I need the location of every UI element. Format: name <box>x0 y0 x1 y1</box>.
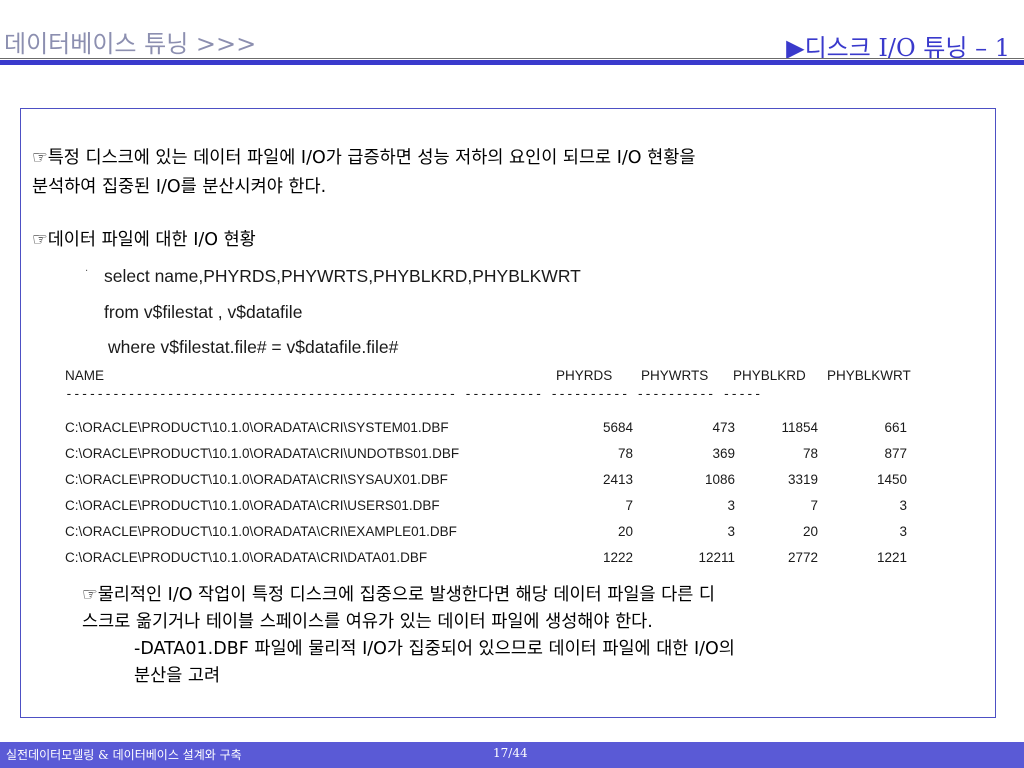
table-cell-phyblkrd: 78 <box>802 446 818 461</box>
header-divider-thin <box>0 58 1024 59</box>
table-cell-phyrds: 5684 <box>602 420 633 435</box>
table-row-name: C:\ORACLE\PRODUCT\10.1.0\ORADATA\CRI\UND… <box>65 446 460 461</box>
table-cell-phywrts: 3 <box>727 498 735 513</box>
table-row-name: C:\ORACLE\PRODUCT\10.1.0\ORADATA\CRI\DAT… <box>65 550 428 565</box>
intro-line-2: 분석하여 집중된 I/O를 분산시켜야 한다. <box>32 177 327 197</box>
table-cell-phyblkrd: 20 <box>802 524 818 539</box>
table-cell-phyrds: 20 <box>617 524 633 539</box>
table-cell-phyblkwrt: 877 <box>884 446 907 461</box>
table-cell-phywrts: 3 <box>727 524 735 539</box>
header-section-title: 데이터베이스 튜닝 >>> <box>4 30 257 58</box>
table-cell-phywrts: 12211 <box>698 550 735 565</box>
paragraph-recommendation: ☞물리적인 I/O 작업이 특정 디스크에 집중으로 발생한다면 해당 데이터 … <box>82 581 715 610</box>
table-header-phyblkrd: PHYBLKRD <box>733 368 806 383</box>
table-header-phywrts: PHYWRTS <box>641 368 709 383</box>
table-cell-phywrts: 473 <box>712 420 735 435</box>
table-header-name: NAME <box>65 368 105 383</box>
table-cell-phyrds: 1222 <box>602 550 633 565</box>
table-cell-phyblkwrt: 3 <box>899 524 907 539</box>
footer-bar: 실전데이터모델링 & 데이터베이스 설계와 구축 17/44 <box>0 742 1024 768</box>
table-cell-phyblkwrt: 1221 <box>876 550 907 565</box>
table-cell-phyrds: 78 <box>617 446 633 461</box>
table-cell-phyblkwrt: 3 <box>899 498 907 513</box>
pointing-hand-icon: ☞ <box>82 585 98 605</box>
table-header-phyrds: PHYRDS <box>556 368 613 383</box>
sql-where-line: where v$filestat.file# = v$datafile.file… <box>108 337 399 357</box>
io-status-heading: 데이터 파일에 대한 I/O 현황 <box>47 230 256 250</box>
table-row-name: C:\ORACLE\PRODUCT\10.1.0\ORADATA\CRI\USE… <box>65 498 440 513</box>
page-number: 17/44 <box>493 746 528 760</box>
table-header-phyblkwrt: PHYBLKWRT <box>827 368 911 383</box>
table-cell-phywrts: 1086 <box>704 472 735 487</box>
table-row-name: C:\ORACLE\PRODUCT\10.1.0\ORADATA\CRI\SYS… <box>65 420 449 435</box>
pointing-hand-icon: ☞ <box>32 148 48 168</box>
recommendation-line-1: 물리적인 I/O 작업이 특정 디스크에 집중으로 발생한다면 해당 데이터 파… <box>97 585 716 605</box>
table-cell-phywrts: 369 <box>712 446 735 461</box>
table-cell-phyrds: 2413 <box>602 472 633 487</box>
paragraph-io-status: ☞데이터 파일에 대한 I/O 현황 <box>32 226 256 255</box>
header-divider-thick <box>0 60 1024 65</box>
table-row-name: C:\ORACLE\PRODUCT\10.1.0\ORADATA\CRI\SYS… <box>65 472 448 487</box>
table-cell-phyblkrd: 11854 <box>781 420 818 435</box>
paragraph-intro: ☞특정 디스크에 있는 데이터 파일에 I/O가 급증하면 성능 저하의 요인이… <box>32 144 695 173</box>
footer-book-title: 실전데이터모델링 & 데이터베이스 설계와 구축 <box>6 748 242 762</box>
intro-line-1: 특정 디스크에 있는 데이터 파일에 I/O가 급증하면 성능 저하의 요인이 … <box>47 148 696 168</box>
table-cell-phyblkrd: 3319 <box>787 472 818 487</box>
bullet-dot: · <box>85 266 89 277</box>
table-cell-phyrds: 7 <box>625 498 633 513</box>
recommendation-line-2: 스크로 옮기거나 테이블 스페이스를 여유가 있는 데이터 파일에 생성해야 한… <box>82 612 653 632</box>
sql-from-line: from v$filestat , v$datafile <box>104 302 303 322</box>
recommendation-line-4: 분산을 고려 <box>134 666 221 686</box>
table-cell-phyblkrd: 2772 <box>787 550 818 565</box>
table-cell-phyblkrd: 7 <box>810 498 818 513</box>
pointing-hand-icon: ☞ <box>32 230 48 250</box>
sql-select-line: select name,PHYRDS,PHYWRTS,PHYBLKRD,PHYB… <box>104 266 581 286</box>
recommendation-line-3: -DATA01.DBF 파일에 물리적 I/O가 집중되어 있으므로 데이터 파… <box>134 639 735 659</box>
table-separator: ----------------------------------------… <box>65 389 762 401</box>
table-cell-phyblkwrt: 661 <box>884 420 907 435</box>
table-row-name: C:\ORACLE\PRODUCT\10.1.0\ORADATA\CRI\EXA… <box>65 524 457 539</box>
table-cell-phyblkwrt: 1450 <box>876 472 907 487</box>
